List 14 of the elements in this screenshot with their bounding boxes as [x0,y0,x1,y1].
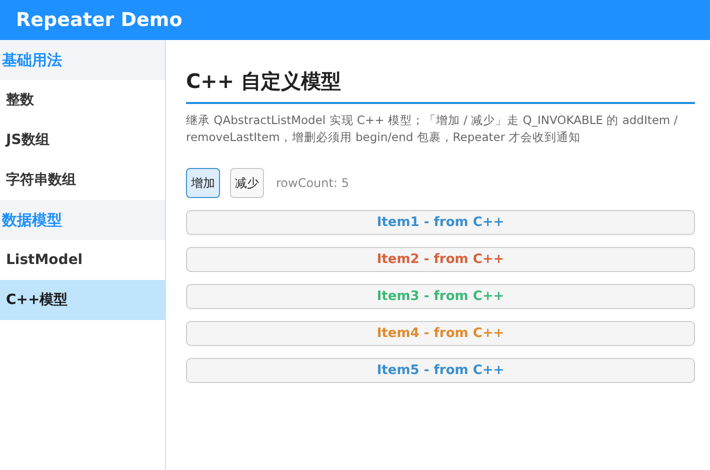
action-button[interactable]: 减少 [230,168,264,198]
window-title: Repeater Demo [16,8,182,33]
action-button[interactable]: 增加 [186,168,220,198]
item-label: Item4 - from C++ [376,324,504,343]
page-heading: C++ 自定义模型 [186,66,695,104]
row-count-text: rowCount: 5 [276,175,349,192]
description-text: 继承 QAbstractListModel 实现 C++ 模型；「增加 / 减少」走 Q_INVOKABLE 的 addItem / removeLastItem，增删必须用 begin/end 包裹，Repeater 才会收到通知 [186,112,679,146]
sidebar-section-header: 数据模型 [0,200,165,240]
item-label: Item3 - from C++ [376,288,504,306]
item-label: Item5 - from C++ [376,362,504,380]
item-label: Item1 - from C++ [376,214,504,232]
sidebar-section-header: 基础用法 [0,40,165,80]
item-label: Item2 - from C++ [376,250,504,269]
sidebar-item[interactable]: C++模型 [0,280,165,320]
